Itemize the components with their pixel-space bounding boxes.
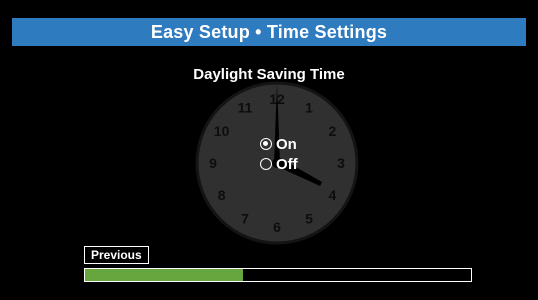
clock-number: 7 [241, 210, 249, 226]
previous-button[interactable]: Previous [84, 246, 149, 264]
radio-selected-icon[interactable] [260, 138, 272, 150]
clock-number: 9 [209, 155, 217, 171]
clock-number: 10 [214, 123, 230, 139]
option-off-label: Off [276, 155, 298, 173]
progress-bar [84, 268, 472, 282]
clock-number: 8 [218, 187, 226, 203]
clock-number: 6 [273, 219, 281, 235]
clock-number: 4 [329, 187, 337, 203]
progress-fill [85, 269, 244, 281]
title-bar: Easy Setup • Time Settings [12, 18, 526, 46]
option-off[interactable]: Off [260, 154, 340, 174]
clock-number: 1 [305, 100, 313, 116]
radio-unselected-icon[interactable] [260, 158, 272, 170]
page-title: Easy Setup • Time Settings [150, 21, 388, 42]
clock-number: 11 [238, 100, 253, 116]
option-on[interactable]: On [260, 134, 340, 154]
dst-options: On Off [260, 134, 340, 174]
option-on-label: On [276, 135, 297, 153]
clock-number: 5 [305, 210, 313, 226]
